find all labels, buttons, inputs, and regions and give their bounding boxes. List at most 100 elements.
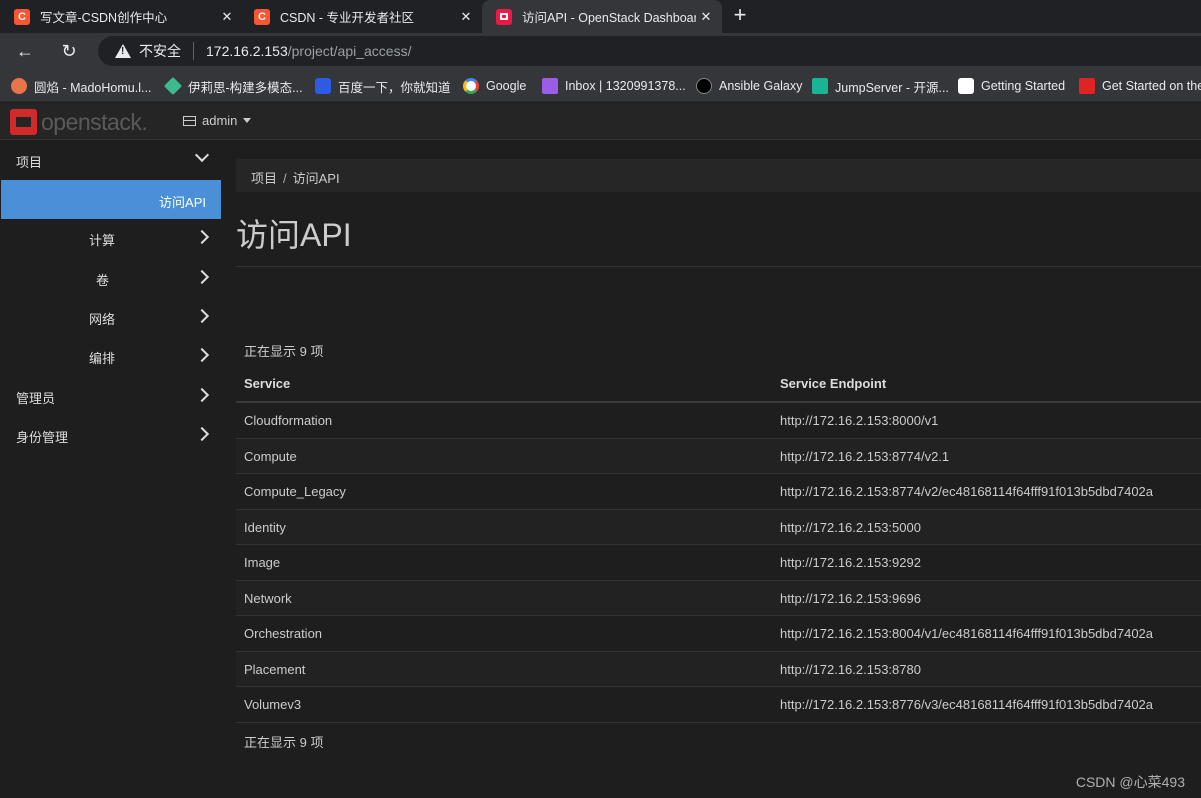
bookmark-item[interactable]: Get Started on the xyxy=(1079,77,1201,95)
jumpserver-icon xyxy=(812,78,828,94)
chevron-down-icon xyxy=(195,148,209,162)
ansible-icon xyxy=(696,78,712,94)
service-endpoint: http://172.16.2.153:9696 xyxy=(780,591,921,606)
service-name: Placement xyxy=(244,662,305,677)
page-title: 访问API xyxy=(236,210,352,256)
sidebar-item-volumes[interactable]: 卷 xyxy=(0,258,221,297)
bookmark-label: Get Started on the xyxy=(1102,79,1201,93)
sidebar-item-label: 计算 xyxy=(89,230,115,249)
watermark: CSDN @心菜493 xyxy=(1076,772,1185,792)
item-count-top: 正在显示 9 项 xyxy=(244,341,323,360)
column-header-service[interactable]: Service xyxy=(244,376,290,391)
service-endpoint: http://172.16.2.153:5000 xyxy=(780,520,921,535)
chevron-right-icon xyxy=(195,309,209,323)
back-button[interactable]: ← xyxy=(13,39,37,63)
warning-icon xyxy=(115,44,131,58)
url-host: 172.16.2.153 xyxy=(206,43,288,59)
sidebar-item-label: 身份管理 xyxy=(16,427,68,446)
bookmark-label: 伊莉思-构建多模态... xyxy=(188,77,303,96)
table-row: Compute http://172.16.2.153:8774/v2.1 xyxy=(236,439,1201,475)
address-bar[interactable]: 不安全 172.16.2.153/project/api_access/ xyxy=(98,36,1201,66)
bookmark-label: Ansible Galaxy xyxy=(719,79,802,93)
bookmark-item[interactable]: 圆焰 - MadoHomu.l... xyxy=(11,77,151,95)
bookmark-label: Google xyxy=(486,79,526,93)
browser-tab-csdn-write[interactable]: C 写文章-CSDN创作中心 ✕ xyxy=(0,0,243,33)
new-tab-button[interactable]: + xyxy=(729,4,751,28)
logo-text: openstack. xyxy=(41,109,147,136)
csdn-icon: C xyxy=(254,9,270,25)
title-divider xyxy=(236,266,1201,267)
tab-title: 写文章-CSDN创作中心 xyxy=(40,7,217,26)
table-row: Identity http://172.16.2.153:5000 xyxy=(236,510,1201,546)
bookmark-item[interactable]: Ansible Galaxy xyxy=(696,77,802,95)
sidebar-item-network[interactable]: 网络 xyxy=(0,297,221,336)
close-icon[interactable]: ✕ xyxy=(217,9,237,25)
service-name: Image xyxy=(244,555,280,570)
bookmark-item[interactable]: Getting Started xyxy=(958,77,1065,95)
item-count-bottom: 正在显示 9 项 xyxy=(244,732,323,751)
openstack-logo-icon xyxy=(10,109,37,135)
bookmark-label: Inbox | 1320991378... xyxy=(565,79,686,93)
sidebar-item-compute[interactable]: 计算 xyxy=(0,218,221,257)
table-row: Compute_Legacyhttp://172.16.2.153:8774/v… xyxy=(236,474,1201,510)
service-endpoint: http://172.16.2.153:8774/v2/ec48168114f6… xyxy=(780,484,1153,499)
openstack-header: openstack. admin xyxy=(0,103,1201,140)
sidebar-item-label: 编排 xyxy=(89,348,115,367)
caret-down-icon xyxy=(243,118,251,123)
table-row: Networkhttp://172.16.2.153:9696 xyxy=(236,581,1201,617)
chevron-right-icon xyxy=(195,270,209,284)
sidebar-item-orchestration[interactable]: 编排 xyxy=(0,336,221,375)
browser-tab-csdn-home[interactable]: C CSDN - 专业开发者社区 ✕ xyxy=(240,0,482,33)
sidebar-item-identity[interactable]: 身份管理 xyxy=(0,415,221,454)
bookmark-favicon-icon xyxy=(164,77,182,95)
bookmark-label: Getting Started xyxy=(981,79,1065,93)
sidebar-item-label: 项目 xyxy=(16,152,42,171)
project-name: admin xyxy=(202,113,237,128)
security-label[interactable]: 不安全 xyxy=(139,41,181,61)
table-row: Placement http://172.16.2.153:8780 xyxy=(236,652,1201,688)
bookmark-item[interactable]: 伊莉思-构建多模态... xyxy=(165,77,303,95)
url-path: /project/api_access/ xyxy=(288,43,412,59)
bookmark-item[interactable]: Inbox | 1320991378... xyxy=(542,77,686,95)
project-icon xyxy=(183,116,196,126)
browser-tab-openstack[interactable]: 访问API - OpenStack Dashboard ✕ xyxy=(482,0,722,33)
table-row: Cloudformationhttp://172.16.2.153:8000/v… xyxy=(236,403,1201,439)
sidebar-item-label: 卷 xyxy=(96,270,109,289)
bookmark-item[interactable]: JumpServer - 开源... xyxy=(812,77,949,95)
bookmark-item[interactable]: Google xyxy=(463,77,526,95)
api-endpoints-table: Service Service Endpoint Cloudformationh… xyxy=(236,365,1201,723)
sidebar-item-label: 访问API xyxy=(159,192,206,211)
sidebar-item-label: 管理员 xyxy=(16,388,55,407)
address-divider xyxy=(193,42,194,60)
breadcrumb: 项目/访问API xyxy=(236,159,1201,192)
service-name: Volumev3 xyxy=(244,697,301,712)
table-row: Imagehttp://172.16.2.153:9292 xyxy=(236,545,1201,581)
sidebar-item-admin[interactable]: 管理员 xyxy=(0,376,221,415)
reload-button[interactable]: ↻ xyxy=(57,39,81,63)
project-switcher[interactable]: admin xyxy=(183,113,251,128)
service-endpoint: http://172.16.2.153:8780 xyxy=(780,662,921,677)
table-row: Orchestrationhttp://172.16.2.153:8004/v1… xyxy=(236,616,1201,652)
sidebar-item-api-access[interactable]: 访问API xyxy=(1,180,221,219)
service-name: Identity xyxy=(244,520,286,535)
service-endpoint: http://172.16.2.153:8774/v2.1 xyxy=(780,449,949,464)
breadcrumb-project[interactable]: 项目 xyxy=(251,171,277,186)
bookmark-favicon-icon xyxy=(11,78,27,94)
bookmark-label: 百度一下，你就知道 xyxy=(338,77,451,96)
mail-icon xyxy=(542,78,558,94)
close-icon[interactable]: ✕ xyxy=(456,9,476,25)
bookmarks-bar: 圆焰 - MadoHomu.l... 伊莉思-构建多模态... 百度一下，你就知… xyxy=(0,69,1201,102)
bookmark-label: JumpServer - 开源... xyxy=(835,77,949,96)
table-row: Volumev3http://172.16.2.153:8776/v3/ec48… xyxy=(236,687,1201,723)
service-name: Compute xyxy=(244,449,297,464)
service-endpoint: http://172.16.2.153:8004/v1/ec48168114f6… xyxy=(780,626,1153,641)
sidebar-item-label: 网络 xyxy=(89,309,115,328)
chevron-right-icon xyxy=(195,427,209,441)
sidebar-item-project[interactable]: 项目 xyxy=(0,140,221,179)
bookmark-item[interactable]: 百度一下，你就知道 xyxy=(315,77,451,95)
column-header-endpoint[interactable]: Service Endpoint xyxy=(780,376,886,391)
bookmark-favicon-icon xyxy=(315,78,331,94)
chevron-right-icon xyxy=(195,348,209,362)
close-icon[interactable]: ✕ xyxy=(696,9,716,25)
openstack-logo[interactable]: openstack. xyxy=(10,109,147,135)
